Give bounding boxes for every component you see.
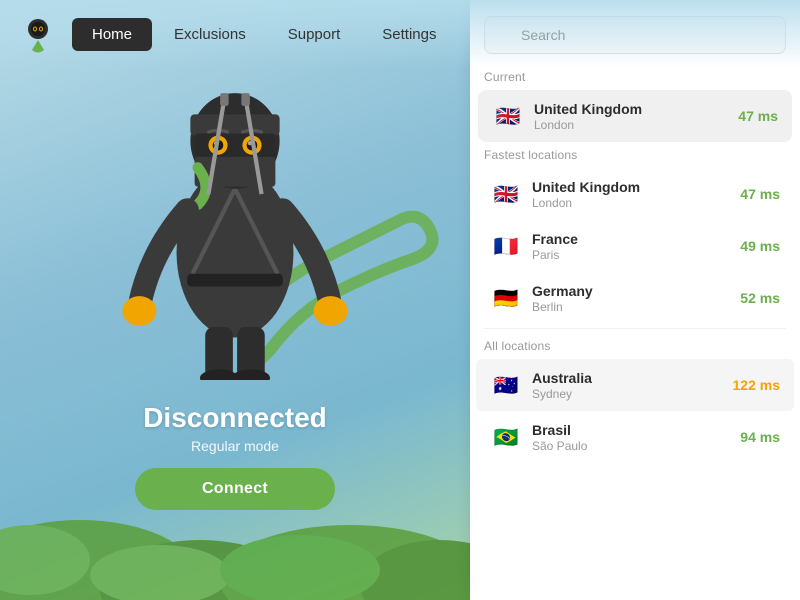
current-country: United Kingdom — [534, 101, 738, 117]
current-location-text: United Kingdom London — [534, 101, 738, 132]
city-2: Berlin — [532, 300, 740, 314]
all-city-0: Sydney — [532, 387, 733, 401]
current-latency: 47 ms — [738, 108, 778, 124]
fastest-location-item-0[interactable]: 🇬🇧 United Kingdom London 47 ms — [476, 168, 794, 220]
fastest-section-label: Fastest locations — [470, 142, 800, 168]
fastest-location-item-1[interactable]: 🇫🇷 France Paris 49 ms — [476, 220, 794, 272]
nav-tab-home[interactable]: Home — [72, 18, 152, 51]
location-text-1: France Paris — [532, 231, 740, 262]
hero-area: Disconnected Regular mode Connect — [0, 0, 470, 600]
current-location-item[interactable]: 🇬🇧 United Kingdom London 47 ms — [478, 90, 792, 142]
uk-flag-current: 🇬🇧 — [492, 100, 524, 132]
status-area: Disconnected Regular mode Connect — [105, 402, 365, 510]
nav-tabs: Home Exclusions Support Settings — [72, 18, 456, 51]
flag-fr-1: 🇫🇷 — [490, 230, 522, 262]
all-latency-0: 122 ms — [733, 377, 780, 393]
location-text-0: United Kingdom London — [532, 179, 740, 210]
flag-de-2: 🇩🇪 — [490, 282, 522, 314]
country-0: United Kingdom — [532, 179, 740, 195]
flag-br-1: 🇧🇷 — [490, 421, 522, 453]
right-panel: 🔍 Current 🇬🇧 United Kingdom London 47 ms… — [470, 0, 800, 600]
current-city: London — [534, 118, 738, 132]
nav-tab-exclusions[interactable]: Exclusions — [154, 18, 266, 51]
country-2: Germany — [532, 283, 740, 299]
all-city-1: São Paulo — [532, 439, 740, 453]
connection-mode: Regular mode — [105, 438, 365, 454]
all-country-1: Brasil — [532, 422, 740, 438]
country-1: France — [532, 231, 740, 247]
ninja-illustration — [95, 40, 375, 380]
nav-tab-settings[interactable]: Settings — [362, 18, 456, 51]
city-1: Paris — [532, 248, 740, 262]
latency-1: 49 ms — [740, 238, 780, 254]
app-logo — [16, 12, 60, 56]
all-latency-1: 94 ms — [740, 429, 780, 445]
latency-2: 52 ms — [740, 290, 780, 306]
flag-au-0: 🇦🇺 — [490, 369, 522, 401]
connection-status: Disconnected — [105, 402, 365, 434]
location-text-2: Germany Berlin — [532, 283, 740, 314]
latency-0: 47 ms — [740, 186, 780, 202]
connect-button[interactable]: Connect — [135, 468, 335, 510]
header: Home Exclusions Support Settings — [0, 0, 800, 68]
all-location-text-0: Australia Sydney — [532, 370, 733, 401]
all-location-item-0[interactable]: 🇦🇺 Australia Sydney 122 ms — [476, 359, 794, 411]
city-0: London — [532, 196, 740, 210]
nav-tab-support[interactable]: Support — [268, 18, 361, 51]
all-location-item-1[interactable]: 🇧🇷 Brasil São Paulo 94 ms — [476, 411, 794, 463]
all-location-text-1: Brasil São Paulo — [532, 422, 740, 453]
divider-1 — [484, 328, 786, 329]
fastest-location-item-2[interactable]: 🇩🇪 Germany Berlin 52 ms — [476, 272, 794, 324]
all-country-0: Australia — [532, 370, 733, 386]
flag-uk-0: 🇬🇧 — [490, 178, 522, 210]
all-section-label: All locations — [470, 333, 800, 359]
